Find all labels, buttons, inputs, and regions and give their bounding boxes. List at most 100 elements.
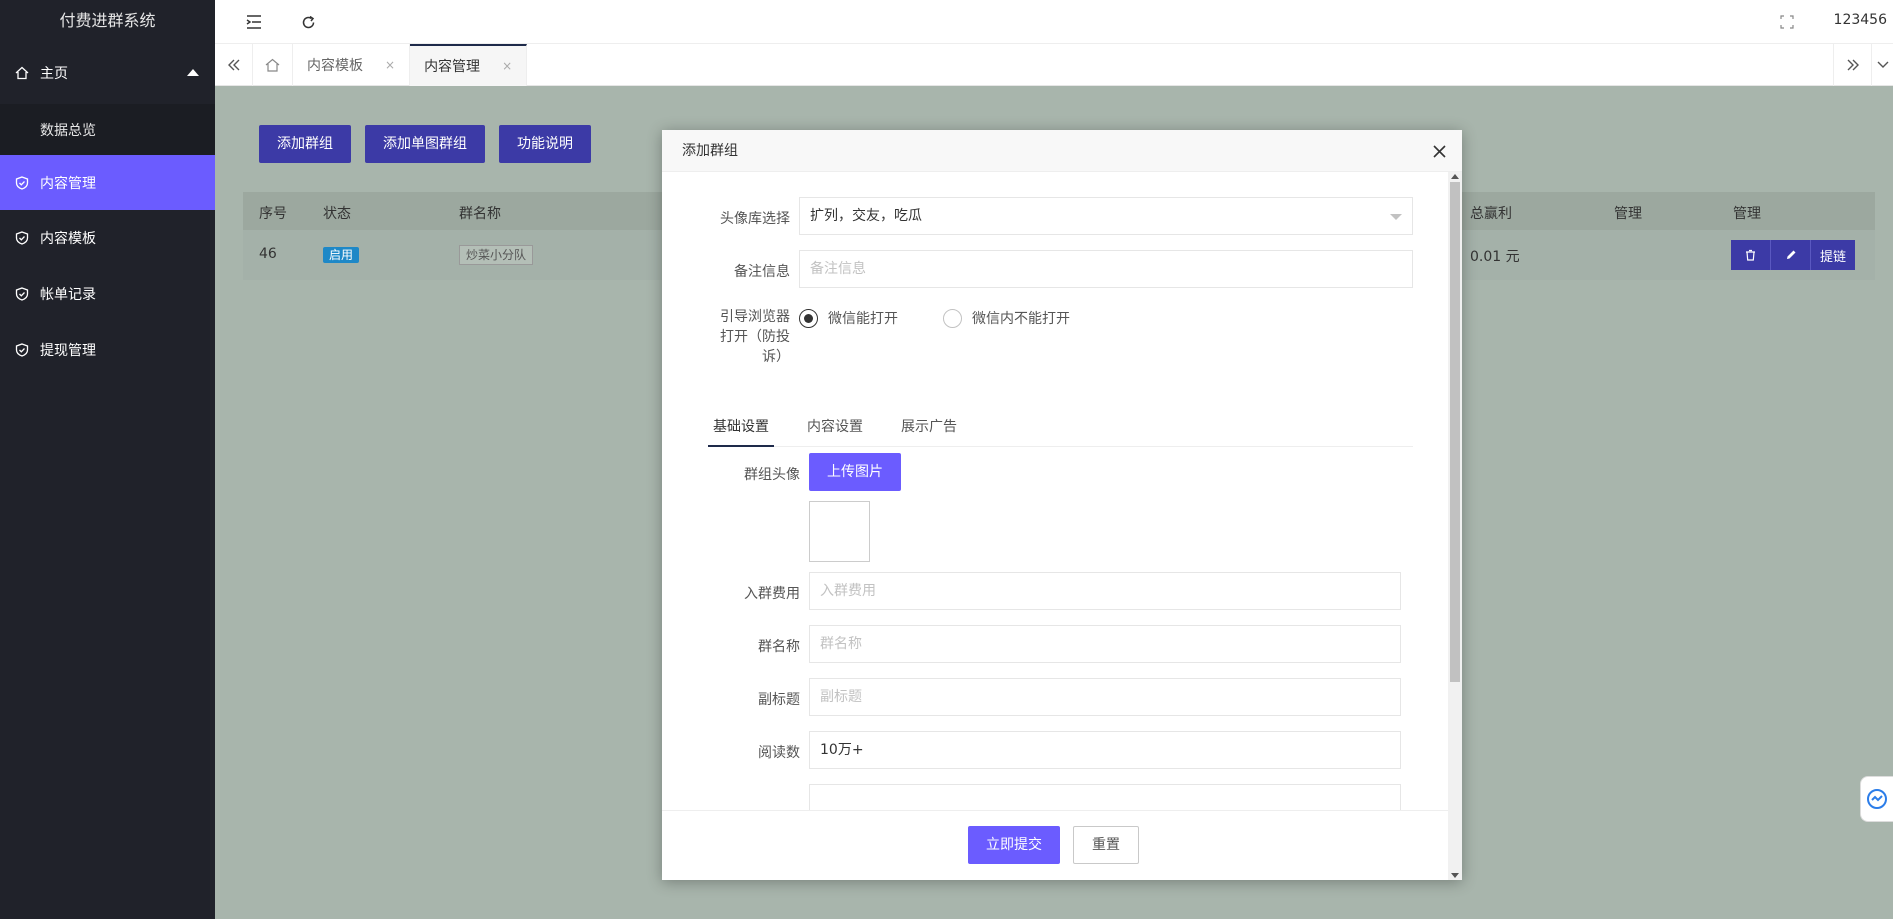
remark-input[interactable]: 备注信息 bbox=[799, 250, 1413, 288]
sidebar-item-label: 内容管理 bbox=[40, 175, 96, 192]
radio-label: 微信能打开 bbox=[828, 311, 898, 327]
modal-title: 添加群组 bbox=[662, 130, 1462, 172]
reads-input[interactable]: 10万+ bbox=[809, 731, 1401, 769]
reads-label: 阅读数 bbox=[758, 745, 800, 761]
radio-checked-icon bbox=[799, 308, 818, 328]
modal-footer: 立即提交 重置 bbox=[662, 810, 1448, 880]
avatar-lib-label: 头像库选择 bbox=[720, 211, 790, 227]
sidebar-item-label: 内容模板 bbox=[40, 231, 96, 247]
tab-content-manage[interactable]: 内容管理 × bbox=[410, 44, 528, 86]
user-name[interactable]: 123456 bbox=[1834, 12, 1887, 28]
add-group-button[interactable]: 添加群组 bbox=[259, 125, 351, 163]
column-header: 状态 bbox=[323, 206, 351, 222]
shield-check-icon bbox=[14, 175, 30, 191]
submit-button[interactable]: 立即提交 bbox=[968, 826, 1060, 864]
group-name-label: 群名称 bbox=[758, 639, 800, 655]
upload-image-button[interactable]: 上传图片 bbox=[809, 453, 901, 491]
sidebar-item-bills[interactable]: 帐单记录 bbox=[0, 266, 215, 322]
scroll-down-icon[interactable] bbox=[1451, 873, 1459, 878]
group-name-input[interactable]: 群名称 bbox=[809, 625, 1401, 663]
column-header: 管理 bbox=[1614, 206, 1642, 222]
tabs-right-controls bbox=[1833, 44, 1893, 86]
sidebar-item-content-template[interactable]: 内容模板 bbox=[0, 210, 215, 266]
extract-link-button[interactable]: 提链 bbox=[1811, 240, 1855, 270]
sidebar-item-withdraw[interactable]: 提现管理 bbox=[0, 322, 215, 378]
close-icon[interactable] bbox=[1430, 142, 1448, 160]
sidebar-item-home[interactable]: 主页 bbox=[0, 42, 215, 104]
double-chevron-right-icon[interactable] bbox=[1833, 44, 1871, 86]
subtitle-input[interactable]: 副标题 bbox=[809, 678, 1401, 716]
radio-wechat-not-open[interactable]: 微信内不能打开 bbox=[943, 308, 1070, 328]
column-header: 群名称 bbox=[459, 206, 501, 222]
avatar-lib-value: 扩列，交友，吃瓜 bbox=[810, 208, 922, 224]
close-icon[interactable]: × bbox=[385, 58, 395, 72]
column-header: 总赢利 bbox=[1470, 206, 1512, 222]
scrollbar-thumb[interactable] bbox=[1450, 182, 1460, 682]
modal-body: 头像库选择 扩列，交友，吃瓜 备注信息 备注信息 引导浏览器 打开（防投 诉） … bbox=[662, 172, 1462, 810]
delete-button[interactable] bbox=[1731, 240, 1771, 270]
form-card: 头像库选择 扩列，交友，吃瓜 备注信息 备注信息 引导浏览器 打开（防投 诉） … bbox=[678, 182, 1444, 810]
pencil-icon bbox=[1786, 250, 1795, 259]
fee-input[interactable]: 入群费用 bbox=[809, 572, 1401, 610]
reset-button[interactable]: 重置 bbox=[1073, 826, 1139, 864]
shield-check-icon bbox=[14, 342, 30, 358]
radio-wechat-open[interactable]: 微信能打开 bbox=[799, 308, 898, 328]
tab-ads[interactable]: 展示广告 bbox=[896, 407, 962, 447]
top-header: 123456 bbox=[215, 0, 1893, 44]
tab-label: 内容模板 bbox=[307, 58, 363, 74]
fullscreen-icon[interactable] bbox=[1776, 11, 1798, 33]
home-tab-icon[interactable] bbox=[253, 44, 293, 86]
subtitle-label: 副标题 bbox=[758, 692, 800, 708]
avatar-lib-select[interactable]: 扩列，交友，吃瓜 bbox=[799, 197, 1413, 235]
status-badge-label: 启用 bbox=[323, 247, 360, 263]
row-profit: 0.01 元 bbox=[1470, 249, 1520, 265]
row-id: 46 bbox=[259, 246, 277, 262]
chevron-down-icon bbox=[1390, 214, 1402, 220]
shield-check-icon bbox=[14, 286, 30, 302]
trash-icon bbox=[1746, 249, 1755, 261]
browser-open-label-line: 打开（防投 bbox=[720, 329, 790, 345]
home-icon bbox=[14, 65, 30, 81]
remark-label: 备注信息 bbox=[734, 264, 790, 280]
sidebar-item-label: 提现管理 bbox=[40, 343, 96, 359]
sidebar-item-content-manage[interactable]: 内容管理 bbox=[0, 155, 215, 210]
support-icon bbox=[1867, 789, 1887, 809]
fee-label: 入群费用 bbox=[744, 586, 800, 602]
add-single-group-button[interactable]: 添加单图群组 bbox=[365, 125, 485, 163]
sidebar-item-label: 帐单记录 bbox=[40, 287, 96, 303]
column-header: 管理 bbox=[1733, 206, 1761, 222]
menu-toggle-icon[interactable] bbox=[243, 11, 265, 33]
group-avatar-label: 群组头像 bbox=[744, 467, 800, 483]
sidebar-item-overview[interactable]: 数据总览 bbox=[0, 104, 215, 155]
double-chevron-left-icon[interactable] bbox=[215, 44, 253, 86]
group-name: 炒菜小分队 bbox=[459, 245, 534, 265]
refresh-icon[interactable] bbox=[297, 11, 319, 33]
next-input[interactable] bbox=[809, 784, 1401, 810]
tab-label: 内容管理 bbox=[424, 59, 481, 75]
tab-content-template[interactable]: 内容模板 × bbox=[293, 44, 411, 86]
tab-basic-settings[interactable]: 基础设置 bbox=[708, 407, 774, 447]
add-group-modal: 添加群组 头像库选择 扩列，交友，吃瓜 备注信息 备注信息 引导浏览器 打开（防… bbox=[662, 130, 1462, 880]
sidebar-item-label: 主页 bbox=[40, 66, 68, 82]
status-badge: 启用 bbox=[323, 246, 360, 263]
browser-open-label-line: 诉） bbox=[762, 349, 790, 365]
chevron-up-icon bbox=[187, 69, 199, 76]
scroll-up-icon[interactable] bbox=[1451, 174, 1459, 179]
group-name-label: 炒菜小分队 bbox=[459, 245, 534, 265]
tab-content-settings[interactable]: 内容设置 bbox=[802, 407, 868, 447]
modal-scrollbar[interactable] bbox=[1448, 172, 1462, 880]
sidebar-item-label: 数据总览 bbox=[40, 122, 96, 139]
chevron-down-icon[interactable] bbox=[1871, 44, 1893, 86]
row-actions: 提链 bbox=[1731, 240, 1855, 270]
radio-label: 微信内不能打开 bbox=[972, 311, 1070, 327]
edit-button[interactable] bbox=[1771, 240, 1811, 270]
help-button[interactable]: 功能说明 bbox=[499, 125, 591, 163]
floating-help-widget[interactable] bbox=[1860, 776, 1893, 822]
browser-open-label: 引导浏览器 打开（防投 诉） bbox=[678, 307, 790, 367]
close-icon[interactable]: × bbox=[502, 59, 512, 73]
form-container: 头像库选择 扩列，交友，吃瓜 备注信息 备注信息 引导浏览器 打开（防投 诉） … bbox=[678, 182, 1444, 810]
browser-open-label-line: 引导浏览器 bbox=[720, 309, 790, 325]
shield-check-icon bbox=[14, 230, 30, 246]
sidebar: 付费进群系统 主页 数据总览 内容管理 内容模板 帐单记录 提现管理 bbox=[0, 0, 215, 919]
tabs-bar: 内容模板 × 内容管理 × bbox=[215, 44, 1893, 86]
